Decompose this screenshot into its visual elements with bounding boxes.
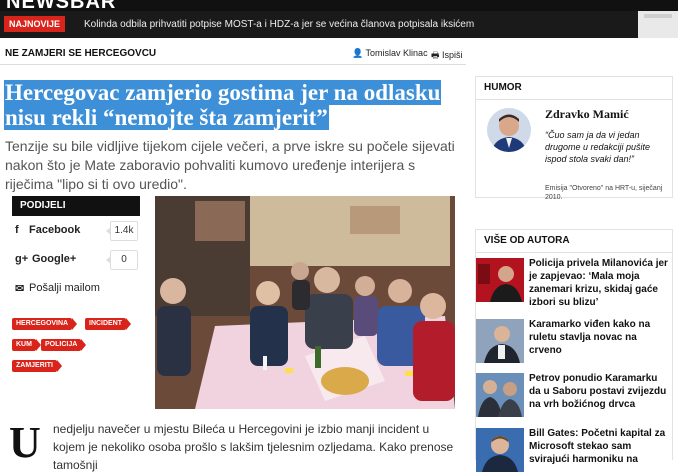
print-label: Ispiši <box>442 50 463 60</box>
thumbnail-image[interactable] <box>476 319 524 363</box>
article-column: NE ZAMJERI SE HERCEGOVCU 👤 Tomislav Klin… <box>0 38 468 472</box>
tag-kum[interactable]: KUM <box>12 339 41 351</box>
article-photo-illustration <box>155 196 455 409</box>
article-title-text: Hercegovac zamjerio gostima jer na odlas… <box>4 80 442 130</box>
humor-person-name[interactable]: Zdravko Mamić <box>545 107 629 122</box>
sidebar: HUMOR Zdravko Mamić “Čuo sam ja da vi je… <box>475 38 673 472</box>
more-item-title[interactable]: Bill Gates: Početni kapital za Microsoft… <box>529 427 669 466</box>
tag-policija[interactable]: POLICIJA <box>41 339 87 351</box>
share-facebook-button[interactable]: f Facebook 1.4k <box>12 216 140 245</box>
thumbnail-image[interactable] <box>476 258 524 302</box>
author-name[interactable]: Tomislav Klinac <box>366 48 428 58</box>
site-header: NEWSBAR <box>0 0 678 11</box>
mail-label: Pošalji mailom <box>29 282 100 294</box>
list-item[interactable]: Petrov ponudio Karamarku da u Saboru pos… <box>476 373 672 417</box>
list-item[interactable]: Bill Gates: Početni kapital za Microsoft… <box>476 428 672 472</box>
breaking-badge: NAJNOVIJE <box>4 16 66 32</box>
more-from-author-header: VIŠE OD AUTORA <box>476 230 672 253</box>
thumbnail-image[interactable] <box>476 428 524 472</box>
drop-cap: U <box>9 418 41 467</box>
tag-zamjeriti[interactable]: ZAMJERITI <box>12 360 62 372</box>
tag-hercegovina[interactable]: HERCEGOVINA <box>12 318 78 330</box>
share-google-button[interactable]: g+ Google+ 0 <box>12 245 140 274</box>
humor-source: Emisija "Otvoreno" na HRT-u, siječanj 20… <box>545 185 663 201</box>
article-paragraph: nedjelju navečer u mjestu Bileća u Herce… <box>53 422 454 472</box>
google-count: 0 <box>106 250 138 270</box>
thumbnail-illustration <box>476 428 524 472</box>
humor-box: HUMOR Zdravko Mamić “Čuo sam ja da vi je… <box>475 76 673 201</box>
article-photo <box>155 196 455 409</box>
share-header: PODIJELI <box>12 196 140 216</box>
site-logo[interactable]: NEWSBAR <box>6 0 116 11</box>
avatar-portrait <box>487 108 531 152</box>
breaking-news-ticker: NAJNOVIJE Kolinda odbila prihvatiti potp… <box>0 11 678 38</box>
list-item[interactable]: Karamarko viđen kako na ruletu stavlja n… <box>476 319 672 363</box>
google-label: Google+ <box>32 253 77 265</box>
thumbnail-illustration <box>476 258 524 302</box>
ticker-side-slit <box>644 14 672 18</box>
humor-quote: “Čuo sam ja da vi jedan drugome u redakc… <box>545 130 651 164</box>
article-meta-bar: NE ZAMJERI SE HERCEGOVCU 👤 Tomislav Klin… <box>0 42 466 65</box>
humor-header: HUMOR <box>476 77 672 100</box>
more-item-title[interactable]: Karamarko viđen kako na ruletu stavlja n… <box>529 318 669 357</box>
article-lead: Tenzije su bile vidljive tijekom cijele … <box>5 138 455 192</box>
thumbnail-illustration <box>476 373 524 417</box>
facebook-label: Facebook <box>29 224 81 236</box>
more-from-author-box: VIŠE OD AUTORA Policija privela Milanovi… <box>475 229 673 472</box>
tag-incident[interactable]: INCIDENT <box>85 318 132 330</box>
thumbnail-image[interactable] <box>476 373 524 417</box>
user-icon: 👤 <box>352 48 366 58</box>
print-button[interactable]: 🖶 Ispiši <box>431 48 463 64</box>
author-link[interactable]: 👤 Tomislav Klinac <box>352 48 428 59</box>
share-mail-button[interactable]: ✉ Pošalji mailom <box>12 274 140 303</box>
facebook-icon: f <box>15 224 19 236</box>
more-item-title[interactable]: Petrov ponudio Karamarku da u Saboru pos… <box>529 372 669 411</box>
section-label[interactable]: NE ZAMJERI SE HERCEGOVCU <box>5 48 156 59</box>
thumbnail-illustration <box>476 319 524 363</box>
mail-icon: ✉ <box>15 283 25 295</box>
more-item-title[interactable]: Policija privela Milanovića jer je zapje… <box>529 257 669 309</box>
share-panel: PODIJELI f Facebook 1.4k g+ Google+ 0 ✉ … <box>12 196 140 303</box>
humor-avatar <box>487 108 531 152</box>
facebook-count: 1.4k <box>106 221 138 241</box>
list-item[interactable]: Policija privela Milanovića jer je zapje… <box>476 258 672 308</box>
ticker-headline[interactable]: Kolinda odbila prihvatiti potpise MOST-a… <box>84 17 474 32</box>
article-title: Hercegovac zamjerio gostima jer na odlas… <box>4 80 464 130</box>
ticker-side-panel <box>638 11 678 38</box>
google-plus-icon: g+ <box>15 253 29 265</box>
printer-icon: 🖶 <box>431 50 442 60</box>
